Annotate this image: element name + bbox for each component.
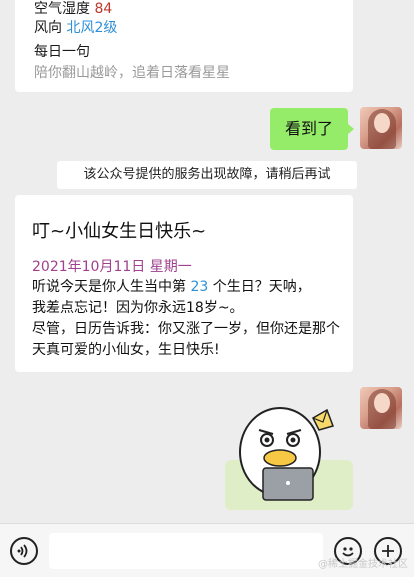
message-input[interactable] bbox=[49, 533, 323, 569]
voice-input-button[interactable] bbox=[10, 537, 38, 565]
line3: 尽管，日历告诉我：你又涨了一岁，但你还是那个天真可爱的小仙女，生日快乐! bbox=[32, 321, 340, 358]
watermark: @稀土掘金技术社区 bbox=[318, 559, 408, 570]
humidity-row: 空气湿度 84 bbox=[34, 0, 353, 19]
system-notice: 该公众号提供的服务出现故障，请稍后再试 bbox=[57, 161, 357, 189]
weather-card[interactable]: 空气湿度 84 风向 北风2级 每日一句 陪你翻山越岭，追着日落看星星 bbox=[15, 0, 353, 92]
line1-suffix: 个生日？天呐， bbox=[212, 279, 311, 295]
line2: 我差点忘记！因为你永远18岁~。 bbox=[32, 300, 244, 316]
wind-value: 北风2级 bbox=[66, 20, 118, 36]
birthday-date: 2021年10月11日 星期一 bbox=[32, 259, 192, 275]
birthday-title: 叮~小仙女生日快乐~ bbox=[32, 221, 207, 242]
birthday-card[interactable]: 叮~小仙女生日快乐~ 2021年10月11日 星期一 听说今天是你人生当中第 2… bbox=[15, 195, 353, 372]
daily-quote: 陪你翻山越岭，追着日落看星星 bbox=[34, 65, 230, 81]
voice-icon bbox=[17, 544, 28, 558]
user-avatar[interactable] bbox=[360, 107, 402, 149]
chat-area: 空气湿度 84 风向 北风2级 每日一句 陪你翻山越岭，追着日落看星星 看到了 … bbox=[0, 0, 414, 523]
birthday-body: 听说今天是你人生当中第 23 个生日？天呐， 我差点忘记！因为你永远18岁~。 … bbox=[32, 277, 350, 361]
birthday-count: 23 bbox=[190, 279, 209, 295]
humidity-label: 空气湿度 bbox=[34, 1, 90, 17]
wind-row: 风向 北风2级 bbox=[34, 19, 353, 38]
line1-prefix: 听说今天是你人生当中第 bbox=[32, 279, 186, 295]
outgoing-message-bubble[interactable]: 看到了 bbox=[270, 108, 354, 150]
duck-sticker[interactable] bbox=[225, 390, 353, 510]
wind-label: 风向 bbox=[34, 20, 62, 36]
humidity-value: 84 bbox=[94, 1, 113, 17]
daily-title: 每日一句 bbox=[34, 44, 90, 60]
user-avatar-2[interactable] bbox=[360, 387, 402, 429]
